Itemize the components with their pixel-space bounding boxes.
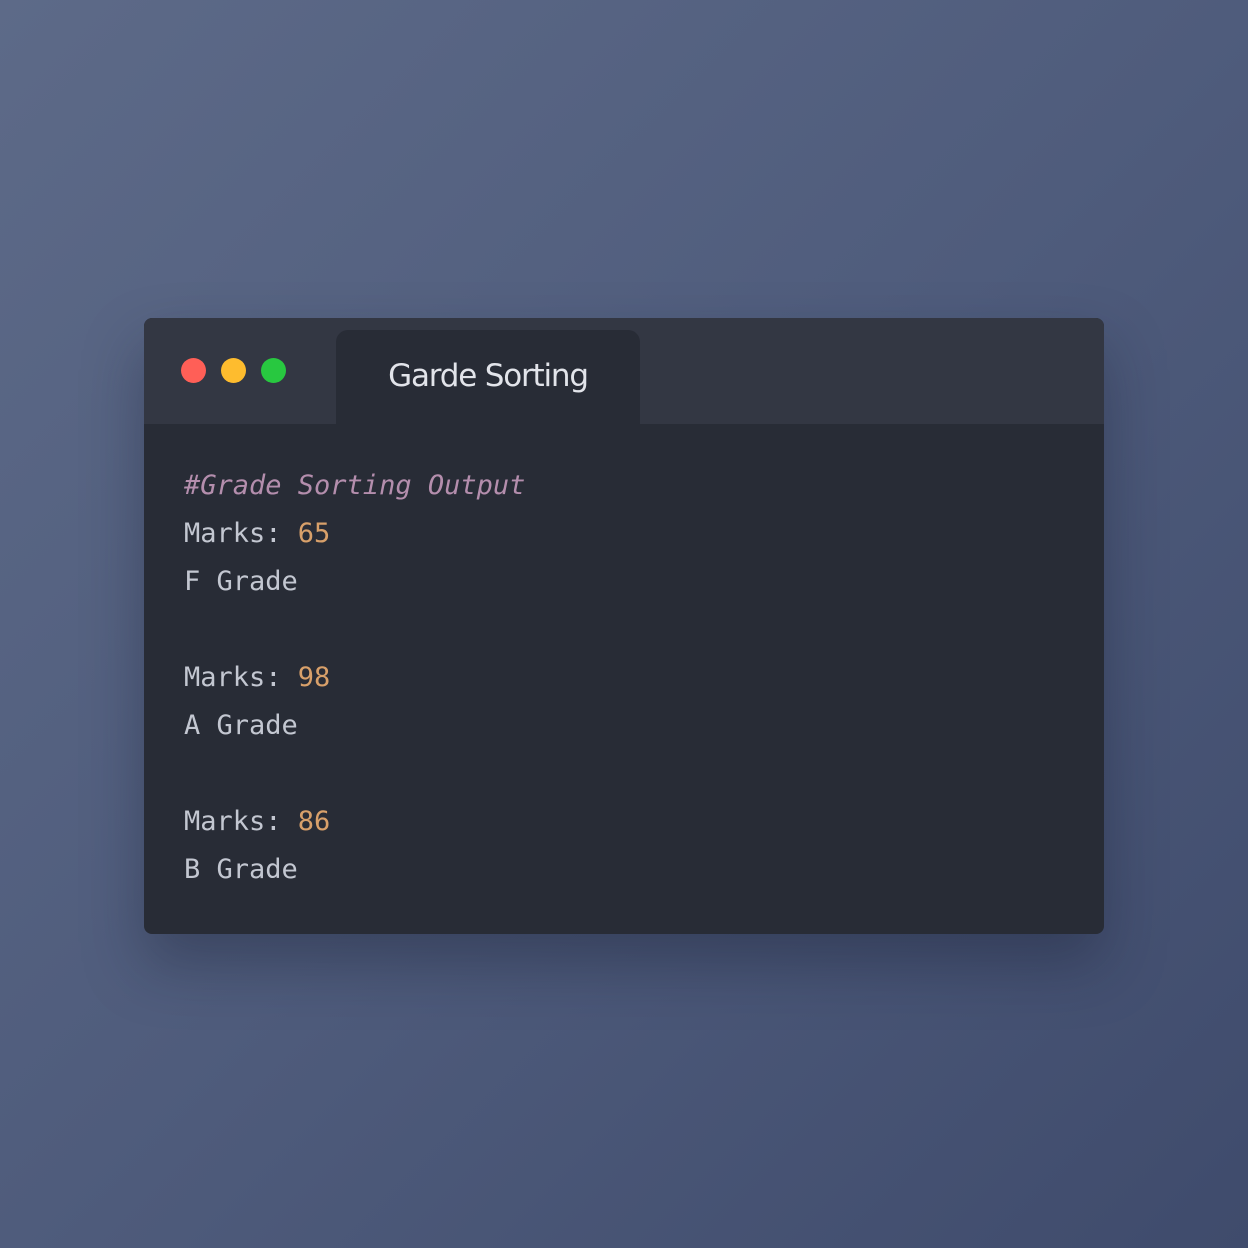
marks-line: Marks: 98 xyxy=(184,654,525,702)
marks-line: Marks: 65 xyxy=(184,510,525,558)
marks-value: 86 xyxy=(297,806,331,837)
code-output: #Grade Sorting Output Marks: 65 F Grade … xyxy=(184,462,525,894)
marks-label: Marks: xyxy=(184,806,298,837)
marks-label: Marks: xyxy=(184,518,298,549)
marks-value: 65 xyxy=(297,518,331,549)
close-button[interactable] xyxy=(181,358,206,383)
title-bar: Garde Sorting xyxy=(144,318,1104,430)
grade-line: B Grade xyxy=(184,854,298,885)
minimize-button[interactable] xyxy=(221,358,246,383)
marks-label: Marks: xyxy=(184,662,298,693)
tab-garde-sorting[interactable]: Garde Sorting xyxy=(336,330,640,430)
maximize-button[interactable] xyxy=(261,358,286,383)
marks-line: Marks: 86 xyxy=(184,798,525,846)
marks-value: 98 xyxy=(297,662,331,693)
tab-title: Garde Sorting xyxy=(388,358,589,394)
grade-line: F Grade xyxy=(184,566,298,597)
code-window: Garde Sorting #Grade Sorting Output Mark… xyxy=(144,318,1104,934)
code-comment: #Grade Sorting Output xyxy=(184,470,526,501)
grade-line: A Grade xyxy=(184,710,298,741)
